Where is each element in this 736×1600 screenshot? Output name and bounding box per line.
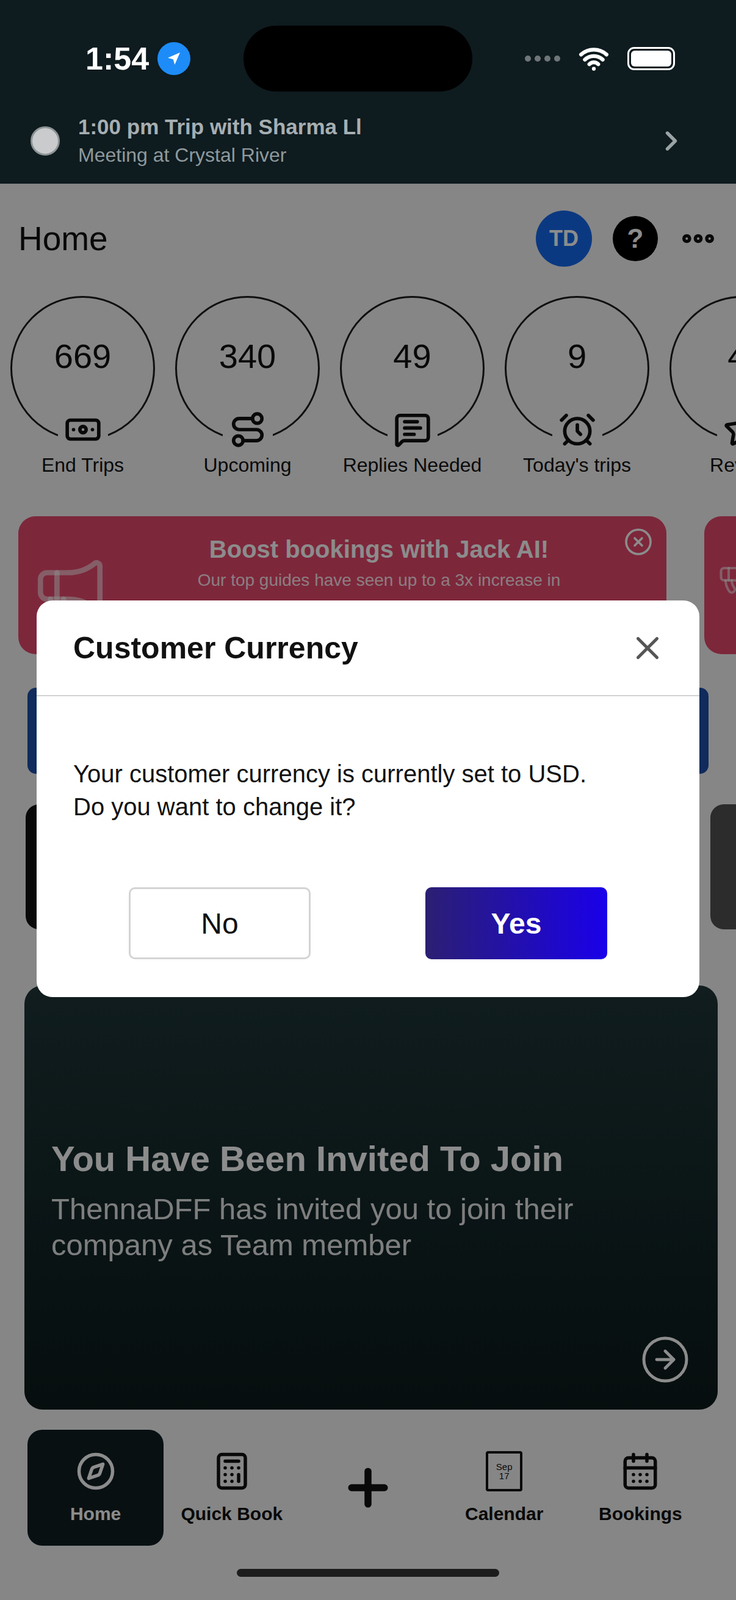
close-button[interactable] — [626, 626, 669, 670]
dialog-title: Customer Currency — [73, 630, 359, 666]
dialog-header: Customer Currency — [36, 600, 700, 697]
notification-text: 1:00 pm Trip with Sharma Ll Meeting at Cr… — [78, 114, 638, 167]
currency-dialog: Customer Currency Your customer currency … — [36, 600, 700, 998]
status-dot — [30, 126, 60, 156]
dialog-message: Do you want to change it? — [73, 790, 669, 824]
dynamic-island — [243, 25, 473, 92]
wifi-icon — [578, 43, 610, 74]
cancel-button[interactable]: No — [128, 887, 311, 960]
status-bar: 1:54 — [0, 0, 736, 104]
chevron-right-icon — [655, 125, 688, 157]
time-group: 1:54 — [85, 25, 191, 92]
dialog-buttons: No Yes — [36, 887, 700, 960]
trip-notification[interactable]: 1:00 pm Trip with Sharma Ll Meeting at Cr… — [0, 103, 736, 184]
notification-subtitle: Meeting at Crystal River — [78, 144, 638, 167]
confirm-button[interactable]: Yes — [425, 887, 608, 960]
notification-title: 1:00 pm Trip with Sharma Ll — [78, 114, 638, 140]
location-icon — [157, 42, 191, 76]
status-icons — [524, 25, 675, 92]
location-arrow-icon — [164, 49, 184, 68]
clock: 1:54 — [85, 40, 149, 77]
signal-icon — [524, 55, 561, 62]
battery-icon — [627, 46, 675, 71]
home-screen: 1:54 1:00 pm Trip with Sharma Ll Meeting a… — [0, 0, 736, 1600]
dialog-message: Your customer currency is currently set … — [73, 757, 669, 791]
dialog-body: Your customer currency is currently set … — [36, 696, 700, 824]
top-area: 1:54 1:00 pm Trip with Sharma Ll Meeting a… — [0, 0, 736, 184]
close-icon — [628, 629, 667, 668]
